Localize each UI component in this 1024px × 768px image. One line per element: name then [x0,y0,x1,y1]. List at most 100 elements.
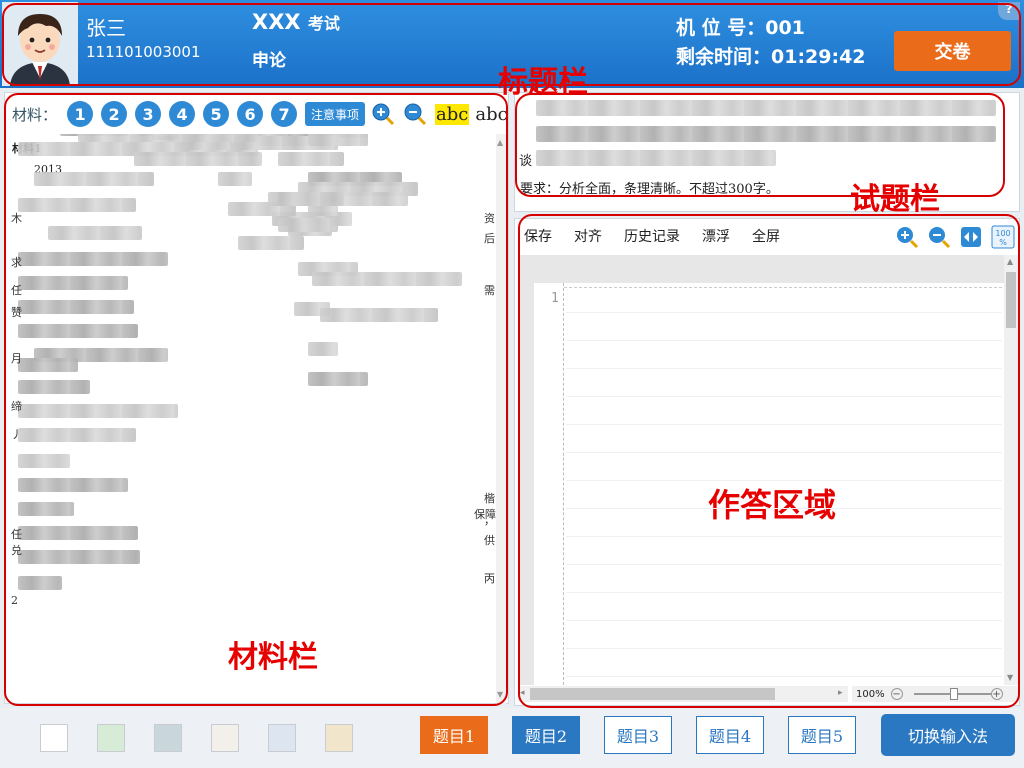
material-tab-4[interactable]: 4 [169,101,196,127]
redacted-text-line [18,358,78,372]
zoom-level: 100% [856,688,885,700]
scroll-down-icon[interactable]: ▼ [1007,673,1013,682]
material-content: 材料1 2013 木求任赞月缔丿任兑2全资后需楷保障，供丙 [8,134,496,704]
redacted-text-line [18,404,178,418]
editor-rule-line [566,676,1002,677]
scroll-left-icon[interactable]: ◂ [520,688,525,698]
exam-title-main: XXX [252,10,301,34]
user-name: 张三 [86,16,126,40]
editor-rule-line [566,312,1002,313]
editor-zoom-out-icon[interactable] [926,224,952,250]
question-tab-4[interactable]: 题目4 [696,716,764,754]
material-label: 材料： [12,105,58,124]
background-swatch-2[interactable] [97,724,125,752]
background-swatch-5[interactable] [268,724,296,752]
float-button[interactable]: 漂浮 [702,226,730,246]
material-tab-7[interactable]: 7 [271,101,298,127]
fit-width-icon[interactable] [958,224,984,250]
editor-rule-line [566,424,1002,425]
redacted-text-line [18,276,128,290]
avatar [2,2,78,86]
zoom-slider-handle[interactable] [950,688,958,700]
material-edge-char: 兑 [11,544,22,557]
redacted-text-line [18,428,136,442]
material-edge-char: 求 [11,256,22,269]
material-tab-5[interactable]: 5 [203,101,230,127]
material-edge-char: 丿 [11,428,22,441]
material-tab-6[interactable]: 6 [237,101,264,127]
actual-size-icon[interactable]: 100% [990,224,1016,250]
editor-rule-line [566,368,1002,369]
zoom-decrease-button[interactable]: − [890,688,903,700]
redacted-text-line [18,324,138,338]
zoom-in-icon[interactable] [371,102,395,126]
exam-subject: 申论 [252,51,286,71]
question-tab-1[interactable]: 题目1 [420,716,488,754]
zoom-out-icon[interactable] [403,102,427,126]
question-tab-3[interactable]: 题目3 [604,716,672,754]
material-tab-3[interactable]: 3 [135,101,162,127]
redacted-text-line [320,308,438,322]
redacted-text-line [312,272,462,286]
scroll-up-icon[interactable]: ▲ [1007,257,1013,266]
zoom-increase-button[interactable]: + [990,688,1003,700]
editor-horizontal-scroll-thumb[interactable] [530,688,775,700]
submit-exam-button[interactable]: 交卷 [894,31,1011,71]
material-edge-char: 供 [484,534,495,547]
help-button[interactable]: ? [998,2,1020,20]
editor-rule-line [566,396,1002,397]
editor-rule-line [566,648,1002,649]
question-tab-2[interactable]: 题目2 [512,716,580,754]
material-scrollbar[interactable]: ▲ ▼ [496,134,506,704]
background-swatch-6[interactable] [325,724,353,752]
annotation-question-bar: 试题栏 [850,182,940,217]
material-tab-2[interactable]: 2 [101,101,128,127]
annotation-material-bar: 材料栏 [228,640,318,675]
redacted-question-line [536,126,996,142]
question-edge-char: 谈 [519,154,533,169]
exam-title: XXX 考试 [252,10,340,34]
editor-toolbar: 保存 对齐 历史记录 漂浮 全屏 [524,226,802,246]
redacted-text-line [18,526,138,540]
redacted-text-line [18,198,136,212]
clear-highlight-button[interactable]: abc [475,104,507,125]
material-edge-char: ， [484,514,495,527]
scroll-down-icon[interactable]: ▼ [497,690,503,699]
redacted-text-line [18,478,128,492]
history-button[interactable]: 历史记录 [624,226,680,246]
actual-size-number: 100 [995,229,1010,238]
redacted-text-line [18,576,62,590]
editor-rule-line [566,620,1002,621]
redacted-text-line [18,380,90,394]
time-remaining: 剩余时间：01:29:42 [676,46,866,68]
question-tab-5[interactable]: 题目5 [788,716,856,754]
redacted-text-line [34,172,154,186]
editor-top-rule [564,287,1002,288]
redacted-text-line [134,152,262,166]
background-swatch-1[interactable] [40,724,68,752]
redacted-text-line [78,134,258,142]
editor-zoom-in-icon[interactable] [894,224,920,250]
fullscreen-button[interactable]: 全屏 [752,226,780,246]
notice-button[interactable]: 注意事项 [305,102,366,126]
save-button[interactable]: 保存 [524,226,552,246]
editor-rule-line [566,480,1002,481]
highlight-text-button[interactable]: abc [435,103,470,125]
redacted-text-line [18,252,168,266]
scroll-right-icon[interactable]: ▸ [838,688,843,698]
scroll-up-icon[interactable]: ▲ [497,138,503,147]
editor-rule-line [566,452,1002,453]
line-number: 1 [551,291,559,306]
editor-vertical-scroll-thumb[interactable] [1006,272,1016,328]
material-tab-1[interactable]: 1 [67,101,94,127]
redacted-text-line [268,192,408,206]
background-swatch-4[interactable] [211,724,239,752]
actual-size-percent: % [999,238,1007,247]
material-toolbar: 材料： 1 2 3 4 5 6 7 注意事项 abc abc [12,100,508,128]
background-swatch-3[interactable] [154,724,182,752]
material-edge-char: 后 [484,232,495,245]
align-button[interactable]: 对齐 [574,226,602,246]
redacted-text-line [18,454,70,468]
switch-input-method-button[interactable]: 切换输入法 [881,714,1015,756]
line-number-gutter [534,283,564,685]
